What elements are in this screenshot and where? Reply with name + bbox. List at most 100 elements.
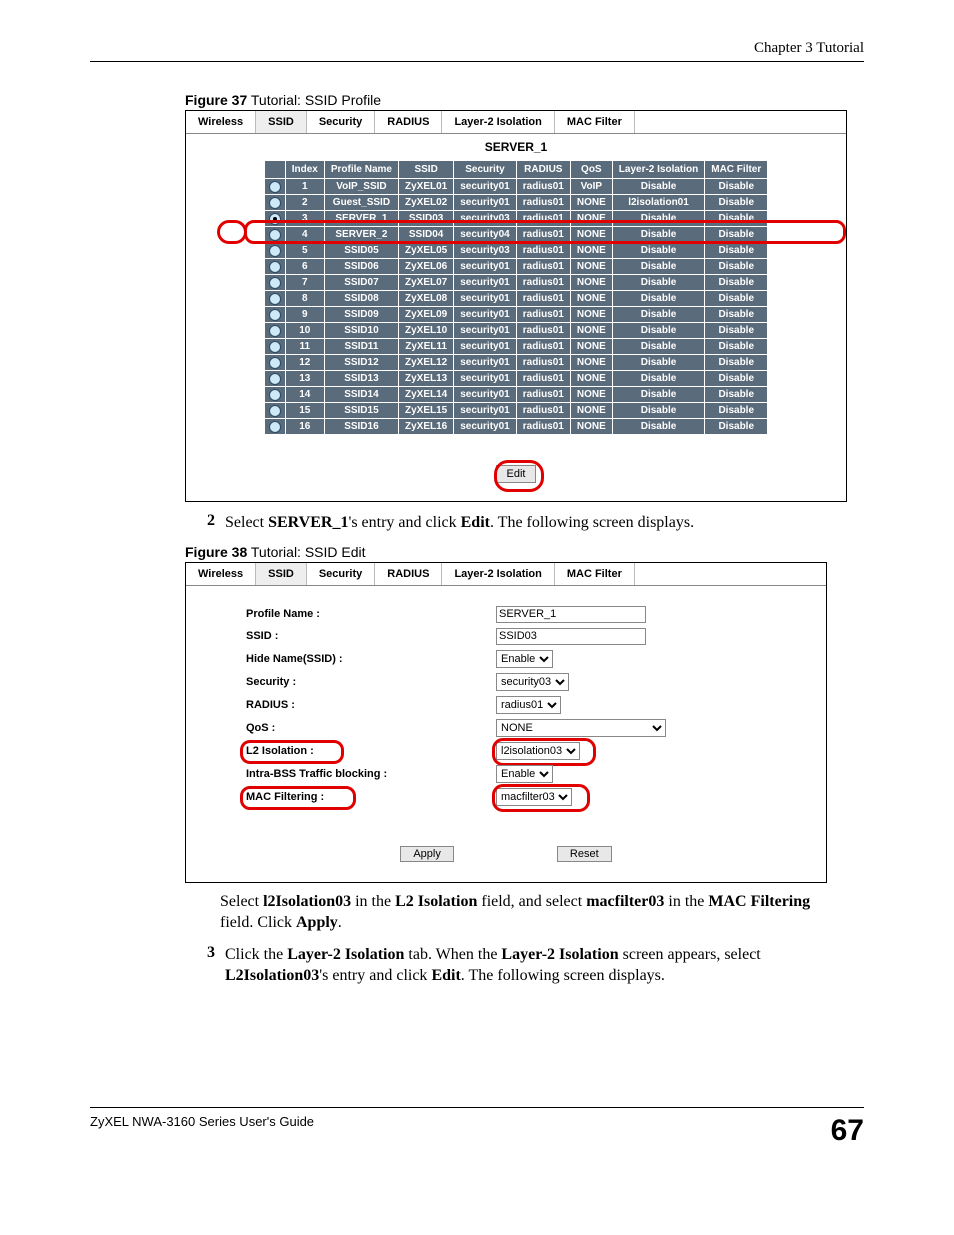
input-ssid[interactable]	[496, 628, 646, 645]
table-row[interactable]: 5SSID05ZyXEL05security03radius01NONEDisa…	[264, 243, 768, 259]
table-row[interactable]: 15SSID15ZyXEL15security01radius01NONEDis…	[264, 403, 768, 419]
column-header: SSID	[399, 161, 454, 179]
cell-mac: Disable	[705, 275, 768, 291]
row-qos: QoS : NONE	[246, 719, 796, 737]
select-mac-filtering[interactable]: macfilter03	[496, 788, 572, 806]
table-row[interactable]: 14SSID14ZyXEL14security01radius01NONEDis…	[264, 387, 768, 403]
row-radius: RADIUS : radius01	[246, 696, 796, 714]
cell-ssid: ZyXEL06	[399, 259, 454, 275]
cell-qos: NONE	[570, 371, 612, 387]
reset-button[interactable]: Reset	[557, 846, 612, 862]
table-row[interactable]: 8SSID08ZyXEL08security01radius01NONEDisa…	[264, 291, 768, 307]
form-button-row: Apply Reset	[186, 821, 826, 882]
table-row[interactable]: 4SERVER_2SSID04security04radius01NONEDis…	[264, 227, 768, 243]
figure-37-screenshot: WirelessSSIDSecurityRADIUSLayer-2 Isolat…	[185, 110, 847, 502]
table-row[interactable]: 6SSID06ZyXEL06security01radius01NONEDisa…	[264, 259, 768, 275]
column-header: Profile Name	[324, 161, 398, 179]
row-profile-name: Profile Name :	[246, 606, 796, 623]
figure-38-screenshot: WirelessSSIDSecurityRADIUSLayer-2 Isolat…	[185, 562, 827, 883]
table-row[interactable]: 2Guest_SSIDZyXEL02security01radius01NONE…	[264, 195, 768, 211]
row-radio[interactable]	[269, 421, 281, 433]
edit-button[interactable]: Edit	[496, 465, 537, 483]
cell-mac: Disable	[705, 243, 768, 259]
row-radio[interactable]	[269, 293, 281, 305]
fig38-caption-bold: Figure 38	[185, 544, 247, 560]
tab-mac-filter[interactable]: MAC Filter	[555, 111, 635, 133]
label-intra-bss: Intra-BSS Traffic blocking :	[246, 768, 496, 780]
cell-idx: 3	[285, 211, 324, 227]
input-profile-name[interactable]	[496, 606, 646, 623]
cell-sec: security01	[454, 419, 516, 435]
table-row[interactable]: 3SERVER_1SSID03security03radius01NONEDis…	[264, 211, 768, 227]
table-row[interactable]: 7SSID07ZyXEL07security01radius01NONEDisa…	[264, 275, 768, 291]
tab-ssid[interactable]: SSID	[256, 563, 307, 585]
row-mac-filtering: MAC Filtering : macfilter03	[246, 788, 796, 806]
select-intra-bss[interactable]: Enable	[496, 765, 553, 783]
row-radio[interactable]	[269, 245, 281, 257]
tab-wireless[interactable]: Wireless	[186, 111, 256, 133]
label-radius: RADIUS :	[246, 699, 496, 711]
cell-ssid: ZyXEL05	[399, 243, 454, 259]
cell-name: SSID10	[324, 323, 398, 339]
select-radius[interactable]: radius01	[496, 696, 561, 714]
label-security: Security :	[246, 676, 496, 688]
select-l2-isolation[interactable]: l2isolation03	[496, 742, 580, 760]
select-security[interactable]: security03	[496, 673, 569, 691]
select-qos[interactable]: NONE	[496, 719, 666, 737]
cell-ssid: ZyXEL10	[399, 323, 454, 339]
select-hide-ssid[interactable]: Enable	[496, 650, 553, 668]
cell-mac: Disable	[705, 227, 768, 243]
row-radio[interactable]	[269, 373, 281, 385]
table-row[interactable]: 13SSID13ZyXEL13security01radius01NONEDis…	[264, 371, 768, 387]
row-radio[interactable]	[269, 309, 281, 321]
row-ssid: SSID :	[246, 628, 796, 645]
column-header: QoS	[570, 161, 612, 179]
table-row[interactable]: 11SSID11ZyXEL11security01radius01NONEDis…	[264, 339, 768, 355]
apply-button[interactable]: Apply	[400, 846, 454, 862]
row-radio[interactable]	[269, 181, 281, 193]
table-row[interactable]: 12SSID12ZyXEL12security01radius01NONEDis…	[264, 355, 768, 371]
fig37-caption-bold: Figure 37	[185, 92, 247, 108]
tab-wireless[interactable]: Wireless	[186, 563, 256, 585]
tab-radius[interactable]: RADIUS	[375, 111, 442, 133]
cell-rad: radius01	[516, 419, 570, 435]
cell-qos: NONE	[570, 323, 612, 339]
row-radio[interactable]	[269, 261, 281, 273]
cell-mac: Disable	[705, 195, 768, 211]
cell-mac: Disable	[705, 419, 768, 435]
tab-layer-2-isolation[interactable]: Layer-2 Isolation	[442, 563, 554, 585]
cell-mac: Disable	[705, 355, 768, 371]
row-radio[interactable]	[269, 389, 281, 401]
tab-security[interactable]: Security	[307, 111, 375, 133]
ssid-edit-form: Profile Name : SSID : Hide Name(SSID) : …	[186, 586, 826, 821]
row-radio[interactable]	[269, 197, 281, 209]
table-row[interactable]: 16SSID16ZyXEL16security01radius01NONEDis…	[264, 419, 768, 435]
tab-radius[interactable]: RADIUS	[375, 563, 442, 585]
cell-idx: 16	[285, 419, 324, 435]
step-2: 2 Select SERVER_1's entry and click Edit…	[185, 512, 864, 534]
tab-security[interactable]: Security	[307, 563, 375, 585]
row-radio[interactable]	[269, 229, 281, 241]
cell-sec: security04	[454, 227, 516, 243]
cell-mac: Disable	[705, 307, 768, 323]
tab-mac-filter[interactable]: MAC Filter	[555, 563, 635, 585]
row-security: Security : security03	[246, 673, 796, 691]
table-row[interactable]: 9SSID09ZyXEL09security01radius01NONEDisa…	[264, 307, 768, 323]
cell-qos: NONE	[570, 227, 612, 243]
row-radio[interactable]	[269, 405, 281, 417]
row-radio[interactable]	[269, 277, 281, 289]
row-radio[interactable]	[269, 357, 281, 369]
tab-ssid[interactable]: SSID	[256, 111, 307, 133]
row-radio[interactable]	[269, 213, 281, 225]
row-radio[interactable]	[269, 341, 281, 353]
cell-idx: 8	[285, 291, 324, 307]
cell-sec: security01	[454, 387, 516, 403]
tab-layer-2-isolation[interactable]: Layer-2 Isolation	[442, 111, 554, 133]
table-row[interactable]: 1VoIP_SSIDZyXEL01security01radius01VoIPD…	[264, 179, 768, 195]
cell-l2: Disable	[612, 387, 704, 403]
page-footer: ZyXEL NWA-3160 Series User's Guide 67	[90, 1107, 864, 1148]
table-row[interactable]: 10SSID10ZyXEL10security01radius01NONEDis…	[264, 323, 768, 339]
cell-qos: NONE	[570, 355, 612, 371]
cell-rad: radius01	[516, 211, 570, 227]
row-radio[interactable]	[269, 325, 281, 337]
